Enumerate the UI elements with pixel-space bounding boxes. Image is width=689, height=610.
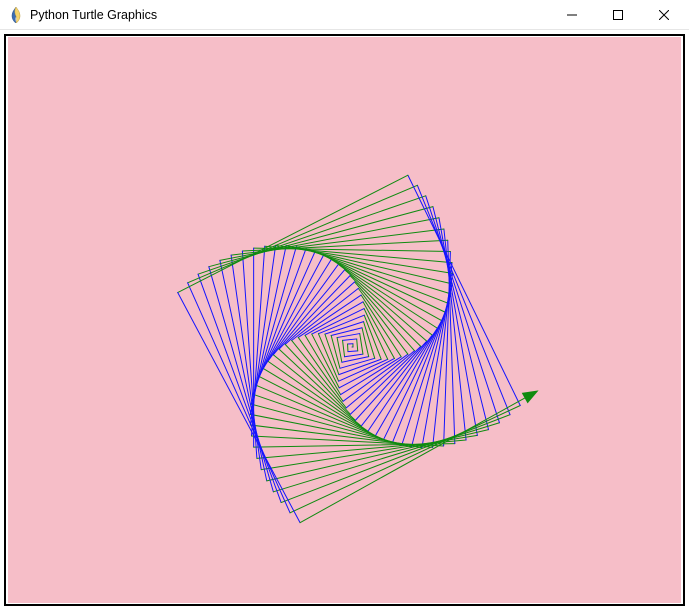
- client-area: [0, 30, 689, 610]
- title-bar: Python Turtle Graphics: [0, 0, 689, 30]
- canvas-border: [4, 34, 685, 606]
- window-title: Python Turtle Graphics: [30, 8, 157, 22]
- python-feather-icon: [8, 7, 24, 23]
- turtle-canvas: [8, 37, 681, 603]
- window-controls: [549, 0, 687, 29]
- canvas-background: [8, 37, 681, 603]
- maximize-button[interactable]: [595, 0, 641, 29]
- close-button[interactable]: [641, 0, 687, 29]
- app-window: Python Turtle Graphics: [0, 0, 689, 610]
- minimize-button[interactable]: [549, 0, 595, 29]
